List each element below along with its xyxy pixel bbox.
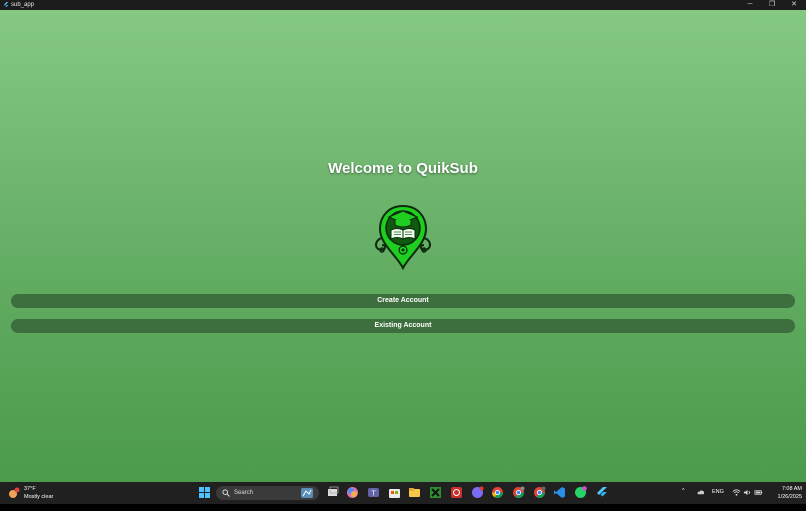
flutter-icon[interactable]	[595, 486, 608, 499]
search-highlight-icon	[301, 488, 313, 498]
messenger-icon[interactable]	[471, 486, 484, 499]
search-icon	[222, 489, 230, 497]
weather-condition: Mostly clear	[24, 494, 54, 500]
existing-account-button[interactable]: Existing Account	[11, 319, 795, 333]
app-content: Welcome to QuikSub Create Account Existi…	[0, 10, 806, 482]
teams-icon[interactable]: T	[367, 486, 380, 499]
search-placeholder: Search	[234, 490, 254, 496]
taskbar-search[interactable]: Search	[216, 486, 319, 500]
quiksub-logo	[375, 204, 431, 270]
volume-icon[interactable]	[743, 488, 752, 497]
wifi-icon[interactable]	[732, 488, 741, 497]
battery-icon[interactable]	[754, 488, 763, 497]
windows-start-icon[interactable]	[198, 486, 211, 499]
clock-time: 7:08 AM	[781, 486, 802, 492]
maximize-button[interactable]: ❐	[761, 0, 783, 10]
language-indicator[interactable]: ENG	[712, 489, 724, 511]
app-red-icon[interactable]	[450, 486, 463, 499]
svg-text:T: T	[371, 491, 376, 498]
task-view-icon[interactable]	[326, 486, 339, 499]
copilot-icon[interactable]	[346, 486, 359, 499]
title-bar: sub_app ─ ❐ ✕	[0, 0, 806, 10]
close-button[interactable]: ✕	[783, 0, 805, 10]
window-title: sub_app	[11, 2, 35, 8]
weather-moon-icon	[9, 487, 20, 498]
xbox-icon[interactable]	[429, 486, 442, 499]
clock-date: 1/26/2025	[777, 494, 802, 500]
page-title: Welcome to QuikSub	[328, 160, 478, 177]
minimize-button[interactable]: ─	[739, 0, 761, 10]
tray-overflow-icon[interactable]: ^	[682, 488, 685, 510]
weather-temp: 37°F	[24, 486, 36, 492]
taskbar: 37°F Mostly clear Search T ^ ENG 7:08 AM…	[0, 482, 806, 504]
taskbar-clock[interactable]: 7:08 AM 1/26/2025	[766, 485, 802, 501]
store-icon[interactable]	[388, 486, 401, 499]
chrome-profile-icon[interactable]	[512, 486, 525, 499]
chrome-profile2-icon[interactable]	[533, 486, 546, 499]
chrome-icon[interactable]	[491, 486, 504, 499]
onedrive-icon[interactable]	[696, 488, 705, 497]
file-explorer-icon[interactable]	[408, 486, 421, 499]
whatsapp-icon[interactable]	[574, 486, 587, 499]
vscode-icon[interactable]	[553, 486, 566, 499]
flutter-app-icon	[3, 2, 9, 8]
create-account-button[interactable]: Create Account	[11, 294, 795, 308]
